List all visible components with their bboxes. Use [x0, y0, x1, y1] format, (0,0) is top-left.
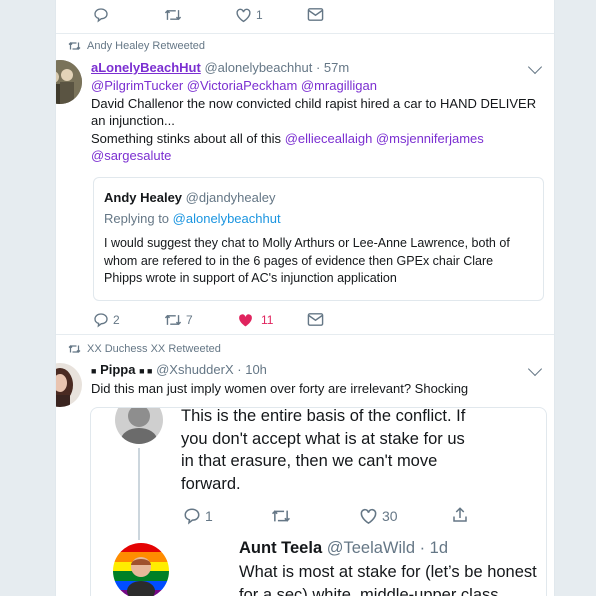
- like-button[interactable]: 1: [235, 7, 263, 23]
- retweet-icon: [164, 314, 182, 326]
- divider: [56, 334, 554, 335]
- retweet-icon: [68, 42, 81, 50]
- avatar[interactable]: [56, 60, 82, 104]
- chevron-down-icon[interactable]: [527, 59, 543, 75]
- avatar-photo: [115, 408, 163, 444]
- embedded-image[interactable]: This is the entire basis of the conflict…: [90, 407, 547, 596]
- reply-count: 2: [113, 313, 120, 327]
- avatar-photo: [113, 543, 169, 596]
- embed-avatar: [115, 408, 163, 444]
- text-line: an injunction...: [91, 113, 175, 128]
- reply-icon: [184, 508, 200, 525]
- retweet-button[interactable]: 7: [164, 312, 193, 328]
- reply-button[interactable]: [93, 7, 109, 23]
- heart-icon: [236, 8, 251, 23]
- retweet-count: 7: [186, 313, 193, 327]
- author-handle[interactable]: @XshudderX: [156, 362, 234, 377]
- text-line: Something stinks about all of this: [91, 130, 282, 146]
- share-icon: [453, 507, 467, 522]
- last-mention[interactable]: @sargesalute: [91, 147, 543, 165]
- retweet-icon: [68, 345, 81, 353]
- author-name[interactable]: aLonelyBeachHut: [91, 60, 201, 75]
- tweet-header: ■ Pippa ■ ■ @XshudderX · 10h: [91, 362, 267, 377]
- tweet-text: @PilgrimTucker @VictoriaPeckham @mragill…: [91, 77, 543, 165]
- like-count: 1: [256, 8, 263, 22]
- divider: [56, 33, 554, 34]
- quote-author-handle: @djandyhealey: [185, 190, 276, 205]
- embed-like: 30: [359, 507, 398, 525]
- dm-button[interactable]: [307, 312, 324, 327]
- retweet-button[interactable]: [164, 7, 182, 23]
- retweet-icon: [164, 9, 182, 21]
- reply-icon: [94, 8, 108, 23]
- chevron-down-icon[interactable]: [527, 361, 543, 377]
- replying-to-handle[interactable]: @alonelybeachhut: [173, 211, 281, 226]
- avatar[interactable]: [56, 363, 82, 407]
- embed-avatar-2: [113, 543, 169, 596]
- author-handle[interactable]: @alonelybeachhut: [204, 60, 312, 75]
- envelope-icon: [307, 313, 324, 326]
- tweet-time[interactable]: 57m: [324, 60, 349, 75]
- timeline: 1 Andy Healey Retweeted aLonelyBeachHut …: [55, 0, 555, 596]
- reply-button[interactable]: 2: [93, 312, 120, 328]
- like-count: 11: [261, 313, 274, 327]
- quoted-tweet[interactable]: Andy Healey @djandyhealey Replying to @a…: [93, 177, 544, 301]
- envelope-icon: [307, 8, 324, 21]
- author-name[interactable]: Pippa: [100, 362, 135, 377]
- embed-second-header: Aunt Teela @TeelaWild · 1d: [239, 539, 449, 557]
- embed-share: [451, 506, 469, 524]
- retweeted-by: XX Duchess XX Retweeted: [87, 343, 221, 355]
- retweet-icon: [271, 510, 291, 522]
- embed-text: This is the entire basis of the conflict…: [181, 407, 466, 493]
- reply-icon: [94, 313, 108, 328]
- quote-author-name: Andy Healey: [104, 190, 183, 205]
- avatar-photo: [56, 60, 82, 104]
- thread-line: [138, 448, 140, 540]
- retweet-context: XX Duchess XX Retweeted: [68, 343, 221, 355]
- tweet-text: Did this man just imply women over forty…: [91, 381, 469, 396]
- retweeted-by: Andy Healey Retweeted: [87, 40, 206, 52]
- embed-retweet: [271, 508, 291, 524]
- tweet-time[interactable]: 10h: [245, 362, 267, 377]
- mentions[interactable]: @PilgrimTucker @VictoriaPeckham @mragill…: [91, 77, 543, 95]
- tweet-header: aLonelyBeachHut @alonelybeachhut · 57m: [91, 60, 350, 75]
- replying-to: Replying to @alonelybeachhut: [104, 211, 281, 226]
- dm-button[interactable]: [307, 7, 324, 22]
- quote-header: Andy Healey @djandyhealey: [104, 190, 276, 205]
- heart-icon: [360, 508, 377, 525]
- like-button[interactable]: 11: [237, 312, 273, 328]
- embed-reply: 1: [183, 507, 213, 525]
- quote-text: I would suggest they chat to Molly Arthu…: [104, 236, 510, 285]
- tail-mentions[interactable]: @ellieceallaigh @msjenniferjames: [285, 131, 484, 146]
- avatar-photo: [56, 363, 82, 407]
- text-line: David Challenor the now convicted child …: [91, 95, 537, 111]
- heart-filled-icon: [239, 314, 252, 327]
- embed-second-text: What is most at stake for (let’s be hone…: [239, 563, 537, 596]
- retweet-context: Andy Healey Retweeted: [68, 40, 205, 52]
